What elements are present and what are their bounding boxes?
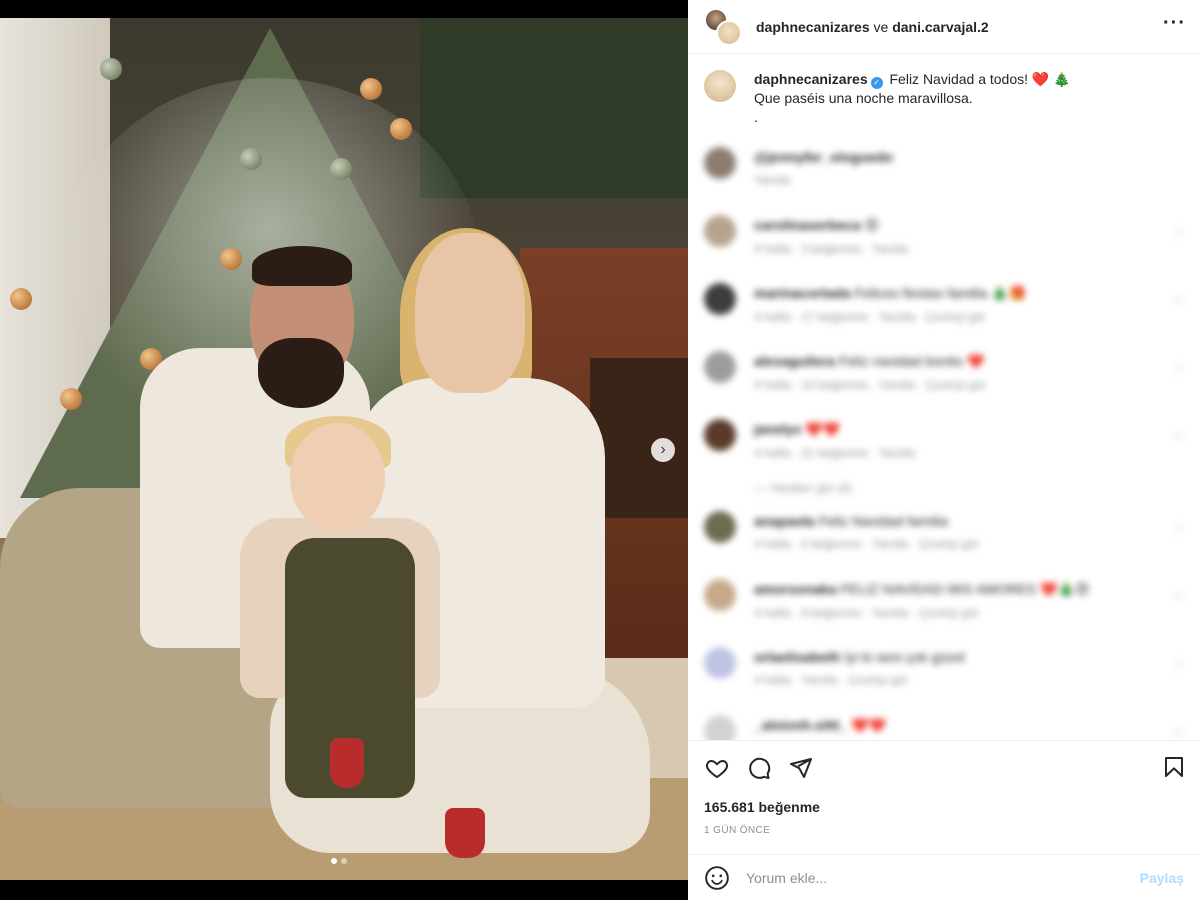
- avatar[interactable]: [704, 419, 736, 451]
- comment-meta[interactable]: 4 hafta · 9 beğenme · Yanıtla · Çeviriyi…: [754, 606, 1090, 620]
- avatar[interactable]: [704, 715, 736, 740]
- carousel-next-button[interactable]: ›: [651, 438, 675, 462]
- comment-text: anapaola Feliz Navidad familia: [754, 513, 979, 529]
- post-timestamp[interactable]: 1 GÜN ÖNCE: [704, 825, 770, 836]
- comment-icon[interactable]: [746, 755, 772, 781]
- post-caption: daphnecanizares ✓ Feliz Navidad a todos! …: [688, 54, 1200, 127]
- collab-avatars[interactable]: [704, 7, 742, 46]
- avatar[interactable]: [704, 147, 736, 179]
- author-link[interactable]: daphnecanizares: [756, 19, 870, 35]
- avatar[interactable]: [704, 647, 736, 679]
- comment-item: carolinaserbeca 😍 4 hafta · 3 beğenme · Y…: [688, 209, 1200, 277]
- post-sidebar: daphnecanizares ve dani.carvajal.2 ··· d…: [688, 0, 1200, 900]
- caption-line: Que paséis una noche maravillosa.: [754, 90, 973, 106]
- comment-text: @jennyfer_ologuedo: [754, 149, 893, 165]
- comment-username[interactable]: amorsonaka: [754, 581, 836, 597]
- comment-meta[interactable]: 4 hafta · 5 beğenme · Yanıtla · Çeviriyi…: [754, 537, 979, 551]
- comment-text: janelys ❤️❤️: [754, 421, 915, 438]
- chevron-right-icon: ›: [660, 441, 666, 458]
- comment-text: _alsionh.sitti_ ❤️❤️: [754, 717, 886, 734]
- comment-meta[interactable]: Yanıtla: [754, 173, 893, 187]
- comment-like-icon[interactable]: ♡: [1173, 659, 1184, 673]
- comment-item: orlaelisabeth İyi ki seni çok güzel 4 haf…: [688, 641, 1200, 709]
- comment-item: anapaola Feliz Navidad familia 4 hafta · …: [688, 505, 1200, 573]
- comment-body: Feliz Navidad familia: [818, 513, 948, 529]
- comment-username[interactable]: orlaelisabeth: [754, 649, 840, 665]
- caption-username[interactable]: daphnecanizares: [754, 71, 868, 87]
- comment-username[interactable]: @jennyfer_ologuedo: [754, 149, 893, 165]
- verified-badge-icon: ✓: [870, 77, 883, 89]
- carousel-dot: [341, 858, 347, 864]
- comment-username[interactable]: janelys: [754, 421, 801, 437]
- post-authors: daphnecanizares ve dani.carvajal.2: [756, 19, 989, 35]
- post-actions: 165.681 beğenme 1 GÜN ÖNCE: [688, 740, 1200, 854]
- avatar[interactable]: [704, 215, 736, 247]
- avatar[interactable]: [704, 70, 736, 102]
- comment-body: FELIZ NAVIDAD MIS AMORES ❤️🎄😍: [840, 581, 1090, 597]
- post-comment-button[interactable]: Paylaş: [1140, 870, 1184, 886]
- comment-item: _alsionh.sitti_ ❤️❤️ ♡: [688, 709, 1200, 740]
- comment-meta[interactable]: 4 hafta · Yanıtla · Çeviriyi gör: [754, 673, 965, 687]
- comment-body: İyi ki seni çok güzel: [844, 649, 965, 665]
- more-horizontal-icon[interactable]: ···: [1163, 12, 1186, 35]
- comment-text: orlaelisabeth İyi ki seni çok güzel: [754, 649, 965, 665]
- instagram-post-modal: › daphnecanizares ve dani.carvajal.2 ···: [0, 0, 1200, 900]
- comment-body: Felices fiestas familia 🎄🎁: [854, 285, 1027, 301]
- comment-like-icon[interactable]: ♡: [1173, 523, 1184, 537]
- comment-body: 😍: [864, 217, 880, 233]
- comment-username[interactable]: marinacortada: [754, 285, 850, 301]
- comment-text: amorsonaka FELIZ NAVIDAD MIS AMORES ❤️🎄😍: [754, 581, 1090, 598]
- comment-text: marinacortada Felices fiestas familia 🎄🎁: [754, 285, 1026, 302]
- view-replies-link[interactable]: — Yanıtları gör (4): [688, 481, 1200, 505]
- comment-meta[interactable]: 4 hafta · 17 beğenme · Yanıtla · Çeviriy…: [754, 310, 1026, 324]
- authors-connector: ve: [873, 18, 889, 35]
- author-link[interactable]: dani.carvajal.2: [892, 19, 989, 35]
- avatar[interactable]: [704, 283, 736, 315]
- comment-like-icon[interactable]: ♡: [1173, 431, 1184, 445]
- smiley-icon[interactable]: [704, 865, 730, 891]
- post-photo: [0, 18, 688, 880]
- avatar[interactable]: [704, 579, 736, 611]
- bookmark-icon[interactable]: [1162, 755, 1188, 781]
- caption-line: .: [754, 109, 758, 125]
- comment-username[interactable]: _alsionh.sitti_: [754, 717, 847, 733]
- comment-username[interactable]: anapaola: [754, 513, 815, 529]
- comment-item: marinacortada Felices fiestas familia 🎄🎁…: [688, 277, 1200, 345]
- comment-like-icon[interactable]: ♡: [1173, 591, 1184, 605]
- comment-item: alexaguilera Feliz navidad bonito ❤️ 4 ha…: [688, 345, 1200, 413]
- heart-icon[interactable]: [704, 755, 730, 781]
- post-media: ›: [0, 0, 688, 900]
- comment-meta[interactable]: 4 hafta · 14 beğenme · Yanıtla · Çeviriy…: [754, 378, 986, 392]
- comment-item: janelys ❤️❤️ 4 hafta · 21 beğenme · Yanıt…: [688, 413, 1200, 481]
- comment-item: @jennyfer_ologuedo Yanıtla: [688, 141, 1200, 209]
- avatar[interactable]: [716, 19, 742, 46]
- comment-like-icon[interactable]: ♡: [1173, 727, 1184, 740]
- comment-body: ❤️❤️: [805, 421, 841, 437]
- caption-line: Feliz Navidad a todos!: [889, 71, 1029, 87]
- comments-list[interactable]: daphnecanizares ✓ Feliz Navidad a todos! …: [688, 54, 1200, 740]
- post-header: daphnecanizares ve dani.carvajal.2 ···: [688, 0, 1200, 54]
- comment-text: alexaguilera Feliz navidad bonito ❤️: [754, 353, 986, 370]
- comment-text: carolinaserbeca 😍: [754, 217, 908, 234]
- comment-like-icon[interactable]: ♡: [1173, 227, 1184, 241]
- send-icon[interactable]: [788, 755, 814, 781]
- comment-username[interactable]: alexaguilera: [754, 353, 835, 369]
- comment-item: amorsonaka FELIZ NAVIDAD MIS AMORES ❤️🎄😍…: [688, 573, 1200, 641]
- comment-body: Feliz navidad bonito ❤️: [838, 353, 985, 369]
- comment-meta[interactable]: 4 hafta · 3 beğenme · Yanıtla: [754, 242, 908, 256]
- avatar[interactable]: [704, 351, 736, 383]
- comment-meta[interactable]: 4 hafta · 21 beğenme · Yanıtla: [754, 446, 915, 460]
- caption-emoji: ❤️ 🎄: [1031, 71, 1071, 87]
- comment-input[interactable]: [746, 869, 1140, 886]
- comment-body: ❤️❤️: [851, 717, 887, 733]
- likes-count[interactable]: 165.681 beğenme: [704, 799, 820, 815]
- carousel-dot: [331, 858, 337, 864]
- comment-composer: Paylaş: [688, 854, 1200, 900]
- comment-like-icon[interactable]: ♡: [1173, 295, 1184, 309]
- carousel-dots: [331, 858, 347, 864]
- comment-username[interactable]: carolinaserbeca: [754, 217, 861, 233]
- avatar[interactable]: [704, 511, 736, 543]
- comment-like-icon[interactable]: ♡: [1173, 363, 1184, 377]
